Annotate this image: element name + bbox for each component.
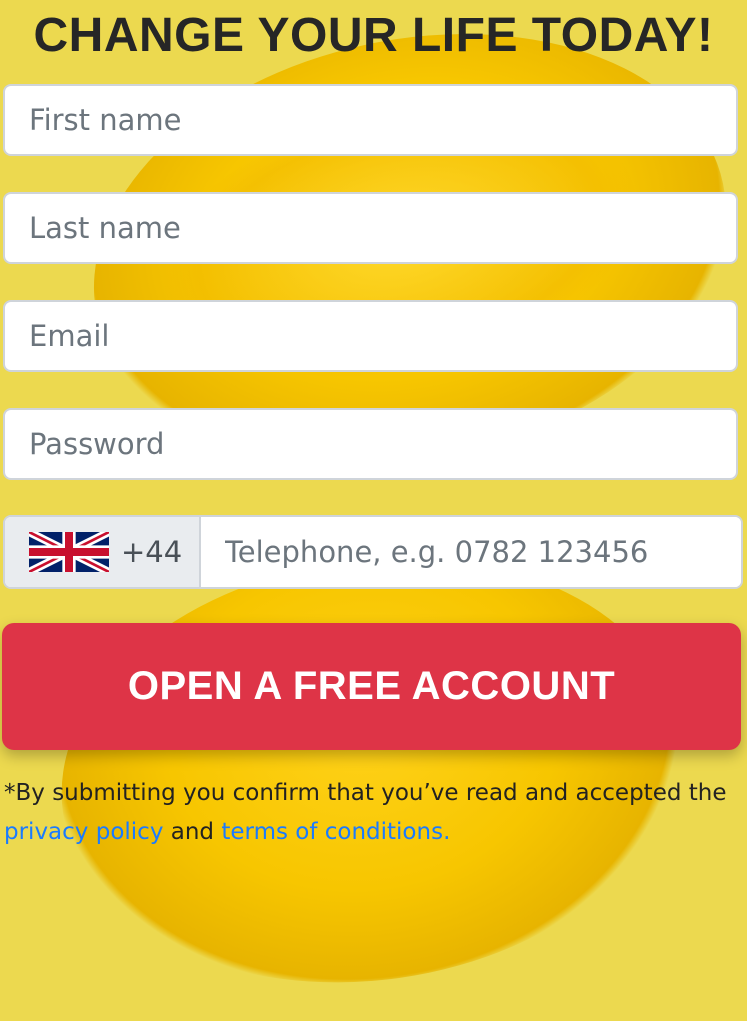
password-input[interactable] [3,408,738,480]
uk-flag-icon [29,532,109,572]
telephone-input[interactable] [201,517,741,587]
privacy-policy-link[interactable]: privacy policy [4,819,163,845]
open-account-button[interactable]: OPEN A FREE ACCOUNT [2,623,741,750]
disclaimer-conjunction: and [170,819,215,845]
first-name-input[interactable] [3,84,738,156]
country-code: +44 [121,535,183,569]
country-code-selector[interactable]: +44 [5,517,201,587]
page-title: CHANGE YOUR LIFE TODAY! [33,9,714,62]
phone-field: +44 [3,515,743,589]
signup-form-container: CHANGE YOUR LIFE TODAY! +44 OPEN A FREE … [0,0,747,866]
email-input[interactable] [3,300,738,372]
disclaimer-text: *By submitting you confirm that you’ve r… [4,780,727,806]
last-name-input[interactable] [3,192,738,264]
terms-link[interactable]: terms of conditions. [221,819,450,845]
disclaimer: *By submitting you confirm that you’ve r… [4,774,744,852]
